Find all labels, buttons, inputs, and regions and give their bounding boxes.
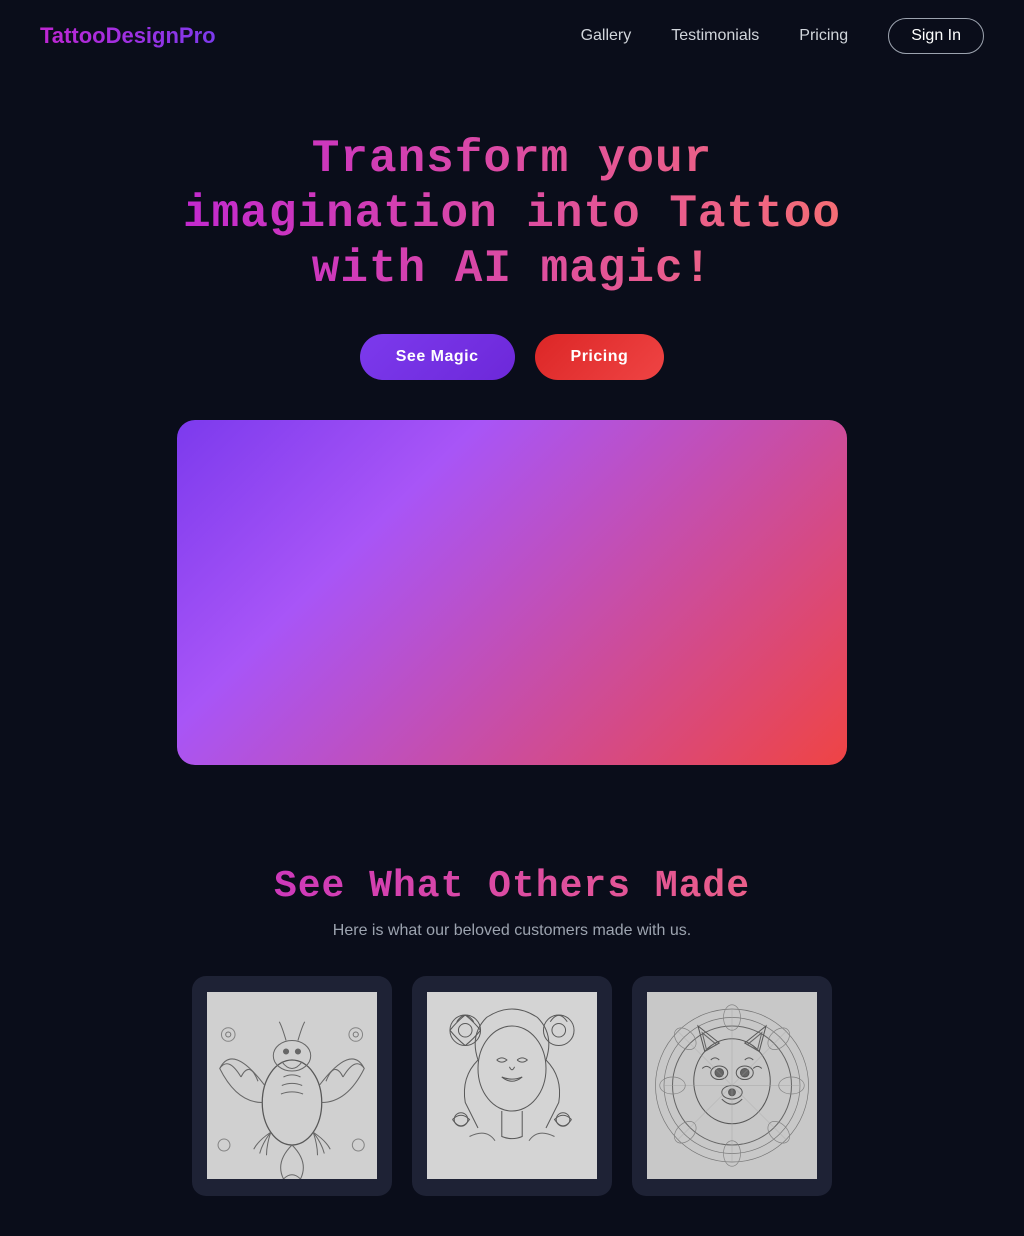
pricing-button[interactable]: Pricing: [535, 334, 665, 380]
woman-svg: [427, 992, 597, 1179]
hero-buttons: See Magic Pricing: [360, 334, 665, 380]
hero-title: Transform your imagination into Tattoo w…: [152, 132, 872, 298]
wolf-svg: [647, 992, 817, 1179]
signin-button[interactable]: Sign In: [888, 18, 984, 54]
gallery-grid: [40, 976, 984, 1196]
gallery-title: See What Others Made: [40, 865, 984, 908]
dragon-svg: [207, 992, 377, 1179]
logo[interactable]: TattooDesignPro: [40, 23, 216, 49]
gallery-item-woman: [412, 976, 612, 1196]
gallery-section: See What Others Made Here is what our be…: [0, 805, 1024, 1236]
gallery-item-dragon: [192, 976, 392, 1196]
gallery-subtitle: Here is what our beloved customers made …: [40, 922, 984, 940]
nav-link-testimonials[interactable]: Testimonials: [671, 27, 759, 45]
gallery-item-wolf: [632, 976, 832, 1196]
nav-links: Gallery Testimonials Pricing Sign In: [581, 18, 984, 54]
hero-section: Transform your imagination into Tattoo w…: [0, 72, 1024, 805]
see-magic-button[interactable]: See Magic: [360, 334, 515, 380]
nav-link-pricing[interactable]: Pricing: [799, 27, 848, 45]
hero-gradient-card: [177, 420, 847, 765]
nav-link-gallery[interactable]: Gallery: [581, 27, 632, 45]
navbar: TattooDesignPro Gallery Testimonials Pri…: [0, 0, 1024, 72]
